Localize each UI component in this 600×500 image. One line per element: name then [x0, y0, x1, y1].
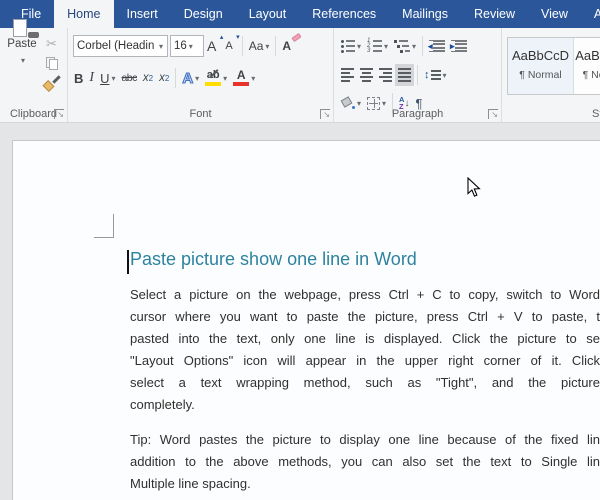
text-cursor-caret [127, 250, 129, 274]
multilevel-list-icon [394, 39, 411, 53]
tab-references[interactable]: References [299, 0, 389, 28]
font-group: Corbel (Headin ▾ 16 ▾ A ▴ A ▾ Aa ▾ A B I… [68, 28, 334, 122]
align-left-button[interactable] [338, 64, 357, 86]
shrink-font-button[interactable]: A ▾ [222, 34, 240, 57]
ribbon-tab-bar: File Home Insert Design Layout Reference… [0, 0, 600, 28]
text-effects-button[interactable]: A ▾ [179, 67, 202, 89]
align-center-icon [360, 68, 373, 82]
font-name-dropdown-icon: ▾ [159, 41, 164, 51]
font-color-icon: A [233, 69, 250, 86]
font-dialog-launcher[interactable]: ↘ [320, 109, 330, 119]
justify-icon [398, 68, 411, 82]
highlight-icon: ab [205, 69, 222, 86]
bullets-button[interactable]: ▾ [338, 35, 364, 57]
format-painter-icon[interactable] [42, 75, 61, 93]
paste-label: Paste [7, 38, 37, 50]
text-highlight-button[interactable]: ab ▾ [202, 67, 230, 89]
mouse-cursor [467, 177, 481, 197]
styles-gallery: AaBbCcD ¶ Normal AaBbCcDc ¶ No Spac [507, 37, 600, 95]
increase-indent-button[interactable]: ▸ [448, 35, 470, 57]
style-preview: AaBbCcD [511, 48, 570, 63]
text-line: pasted into the text, only one line is d… [130, 331, 600, 346]
eraser-icon [291, 32, 302, 43]
document-heading[interactable]: Paste picture show one line in Word [130, 249, 600, 270]
shrink-font-arrow-icon: ▾ [236, 34, 240, 41]
numbering-icon: 1 2 3 [367, 38, 383, 54]
strikethrough-button[interactable]: abc [118, 67, 139, 89]
font-size-combobox[interactable]: 16 ▾ [170, 35, 204, 57]
ribbon-home: Paste ▾ ✂ Clipboard ↘ Corbel (Headin ▾ 1… [0, 19, 600, 123]
style-normal[interactable]: AaBbCcD ¶ Normal [508, 38, 574, 94]
font-name-value: Corbel (Headin [77, 40, 155, 52]
text-line: cursor where you want to paste the pictu… [130, 309, 600, 324]
italic-button[interactable]: I [86, 67, 97, 89]
numbering-button[interactable]: 1 2 3 ▾ [364, 35, 391, 57]
tab-view[interactable]: View [528, 0, 581, 28]
text-line: Select a picture on the webpage, press C… [130, 287, 600, 302]
clipboard-dialog-launcher[interactable]: ↘ [54, 109, 64, 119]
text-effects-icon: A [182, 69, 194, 87]
align-right-icon [379, 68, 392, 82]
styles-group: AaBbCcD ¶ Normal AaBbCcDc ¶ No Spac Styl… [502, 28, 600, 122]
style-no-spacing[interactable]: AaBbCcDc ¶ No Spac [574, 38, 600, 94]
align-center-button[interactable] [357, 64, 376, 86]
line-spacing-button[interactable]: ↕ ▾ [421, 64, 450, 86]
margin-corner-mark [94, 214, 114, 238]
text-line: Multiple line spacing. [130, 476, 251, 491]
tab-home[interactable]: Home [54, 0, 114, 28]
tab-insert[interactable]: Insert [114, 0, 171, 28]
line-spacing-icon: ↕ [424, 69, 441, 81]
text-line: "Layout Options" icon will appear in the… [130, 353, 600, 368]
clipboard-group: Paste ▾ ✂ Clipboard ↘ [0, 19, 68, 122]
document-paragraph-1[interactable]: Select a picture on the webpage, press C… [130, 284, 600, 416]
text-line: addition to the above methods, you can a… [130, 454, 600, 469]
document-area: Paste picture show one line in Word Sele… [0, 123, 600, 500]
style-name: ¶ Normal [519, 69, 562, 81]
decrease-indent-button[interactable]: ◂ [426, 35, 448, 57]
style-preview: AaBbCcDc [575, 48, 600, 63]
tab-design[interactable]: Design [171, 0, 236, 28]
clear-formatting-button[interactable]: A [279, 32, 302, 57]
document-paragraph-2[interactable]: Tip: Word pastes the picture to display … [130, 429, 600, 495]
styles-group-label: Styles [592, 108, 600, 120]
cut-icon[interactable]: ✂ [46, 36, 57, 52]
word-window: File Home Insert Design Layout Reference… [0, 0, 600, 500]
document-page[interactable]: Paste picture show one line in Word Sele… [12, 140, 600, 500]
increase-indent-icon: ▸ [450, 39, 468, 53]
font-size-value: 16 [174, 40, 187, 52]
tab-layout[interactable]: Layout [236, 0, 300, 28]
font-group-label: Font [189, 108, 212, 120]
superscript-button[interactable]: x2 [156, 67, 172, 89]
paste-dropdown-icon[interactable]: ▾ [21, 56, 25, 65]
change-case-button[interactable]: Aa ▾ [246, 35, 273, 57]
align-left-icon [341, 68, 354, 82]
align-right-button[interactable] [376, 64, 395, 86]
bold-button[interactable]: B [71, 67, 86, 89]
text-line: completely. [130, 397, 195, 412]
subscript-button[interactable]: x2 [140, 67, 156, 89]
paste-button[interactable]: Paste ▾ [4, 19, 40, 68]
paragraph-group-label: Paragraph [391, 108, 444, 120]
style-name: ¶ No Spac [582, 69, 600, 81]
underline-button[interactable]: U ▾ [97, 67, 118, 89]
paragraph-dialog-launcher[interactable]: ↘ [488, 109, 498, 119]
bullets-icon [341, 39, 355, 53]
text-line: select a text wrapping method, such as "… [130, 375, 600, 390]
font-name-combobox[interactable]: Corbel (Headin ▾ [73, 35, 168, 57]
grow-font-button[interactable]: A ▴ [204, 34, 223, 57]
font-color-button[interactable]: A ▾ [230, 67, 258, 89]
decrease-indent-icon: ◂ [428, 39, 446, 53]
multilevel-list-button[interactable]: ▾ [391, 35, 419, 57]
copy-icon[interactable] [45, 57, 58, 70]
font-size-dropdown-icon: ▾ [188, 41, 193, 51]
paragraph-group: ▾ 1 2 3 ▾ ▾ ◂ ▸ ↕ ▾ ▾ ▾ A Z ↓ ¶ Paragrap… [334, 28, 502, 122]
justify-button[interactable] [395, 64, 414, 86]
tab-addins[interactable]: Add-ins [581, 0, 600, 28]
text-line: Tip: Word pastes the picture to display … [130, 432, 600, 447]
tab-mailings[interactable]: Mailings [389, 0, 461, 28]
sort-down-arrow-icon: ↓ [404, 97, 410, 109]
tab-review[interactable]: Review [461, 0, 528, 28]
